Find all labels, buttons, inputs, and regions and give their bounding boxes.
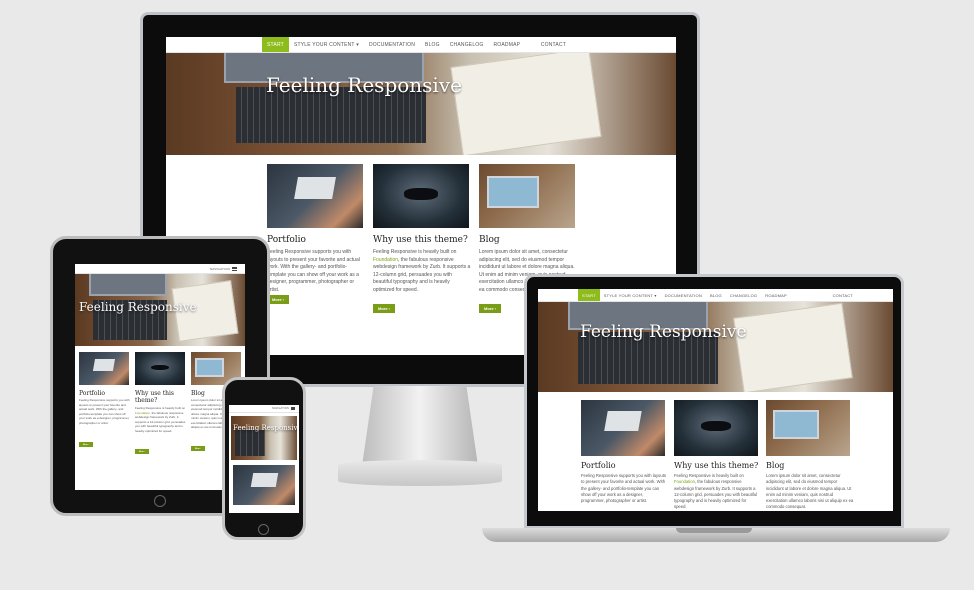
chevron-down-icon: ▾ xyxy=(356,41,359,48)
laptop-why-theme-text-pre: Feeling Responsive is heavily built on xyxy=(674,473,744,478)
portfolio-heading: Portfolio xyxy=(267,235,306,245)
laptop-portfolio-image xyxy=(581,400,665,456)
tablet-blog-more-button[interactable]: More › xyxy=(191,446,205,451)
monitor-stand-base xyxy=(338,460,502,486)
why-theme-more-button[interactable]: More › xyxy=(373,304,395,313)
laptop-portfolio-text: Feeling Responsive supports you with lay… xyxy=(581,473,666,504)
hero-title: Feeling Responsive xyxy=(266,73,462,97)
menu-icon[interactable] xyxy=(232,266,237,271)
nav-blog[interactable]: BLOG xyxy=(420,37,445,52)
portfolio-text-body: Feeling Responsive supports you with lay… xyxy=(267,249,360,291)
laptop-foundation-link[interactable]: Foundation xyxy=(674,479,695,484)
phone-menu-icon[interactable] xyxy=(291,407,295,410)
laptop-chevron-down-icon: ▾ xyxy=(654,292,657,298)
tablet-why-theme-more-button[interactable]: More › xyxy=(135,449,149,454)
tablet-nav-label: NAVIGATION xyxy=(209,266,230,271)
foundation-link[interactable]: Foundation xyxy=(373,257,398,263)
blog-image xyxy=(479,164,575,228)
laptop-nav-documentation[interactable]: DOCUMENTATION xyxy=(661,289,706,301)
nav-documentation[interactable]: DOCUMENTATION xyxy=(364,37,420,52)
laptop-hero-image: Feeling Responsive xyxy=(538,302,893,392)
nav-start[interactable]: START xyxy=(262,37,289,52)
laptop-nav-style-label: STYLE YOUR CONTENT xyxy=(603,292,654,298)
main-navigation: START STYLE YOUR CONTENT ▾ DOCUMENTATION… xyxy=(166,37,676,53)
nav-contact[interactable]: CONTACT xyxy=(536,37,676,52)
hero-notebook-graphic xyxy=(450,53,602,155)
laptop-blog-text: Lorem ipsum dolor sit amet, consectetur … xyxy=(766,473,854,509)
tablet-why-theme-image xyxy=(135,352,185,385)
tablet-hero-laptop-graphic xyxy=(89,274,167,296)
tablet-blog-heading: Blog xyxy=(191,390,205,397)
phone-hero-title: Feeling Responsive xyxy=(233,424,297,432)
blog-heading: Blog xyxy=(479,235,500,245)
tablet-why-theme-text: Feeling Responsive is heavily built on F… xyxy=(135,406,187,444)
tablet-foundation-link[interactable]: Foundation xyxy=(135,411,150,415)
laptop-nav-changelog[interactable]: CHANGELOG xyxy=(726,289,761,301)
responsive-devices-showcase: START STYLE YOUR CONTENT ▾ DOCUMENTATION… xyxy=(0,0,974,590)
laptop-nav-roadmap[interactable]: ROADMAP xyxy=(761,289,791,301)
laptop-hinge-notch xyxy=(676,528,752,533)
why-theme-text-pre: Feeling Responsive is heavily built on xyxy=(373,249,457,255)
tablet-portfolio-image xyxy=(79,352,129,385)
tablet-navigation: NAVIGATION xyxy=(75,264,245,274)
laptop-portfolio-heading: Portfolio xyxy=(581,461,616,470)
blog-more-button[interactable]: More › xyxy=(479,304,501,313)
nav-style-your-content[interactable]: STYLE YOUR CONTENT ▾ xyxy=(289,37,364,52)
phone-hero-image: Feeling Responsive xyxy=(231,416,297,460)
phone-hero-keyboard-graphic xyxy=(235,430,265,456)
laptop-why-theme-heading: Why use this theme? xyxy=(674,461,759,470)
laptop-nav-start[interactable]: START xyxy=(578,289,600,301)
tablet-portfolio-more-button[interactable]: More › xyxy=(79,442,93,447)
monitor-stand xyxy=(362,386,478,466)
laptop-nav-contact[interactable]: CONTACT xyxy=(829,289,893,301)
phone-nav-label: NAVIGATION xyxy=(271,407,289,410)
tablet-home-button xyxy=(154,495,166,507)
tablet-hero-title: Feeling Responsive xyxy=(79,300,197,314)
portfolio-image xyxy=(267,164,363,228)
why-theme-image xyxy=(373,164,469,228)
laptop-why-theme-image xyxy=(674,400,758,456)
tablet-why-theme-text-pre: Feeling Responsive is heavily built on xyxy=(135,406,186,410)
laptop-hero-notebook-graphic xyxy=(733,302,853,392)
nav-changelog[interactable]: CHANGELOG xyxy=(445,37,489,52)
portfolio-text: Feeling Responsive supports you with lay… xyxy=(267,249,365,291)
tablet-screen: NAVIGATION Feeling Responsive Portfolio … xyxy=(75,264,245,490)
hero-image: Feeling Responsive xyxy=(166,53,676,155)
phone-navigation: NAVIGATION xyxy=(229,405,299,413)
phone-portfolio-image xyxy=(233,465,295,505)
laptop-nav-style-your-content[interactable]: STYLE YOUR CONTENT ▾ xyxy=(600,289,661,301)
laptop-hero-title: Feeling Responsive xyxy=(580,322,747,342)
nav-roadmap[interactable]: ROADMAP xyxy=(489,37,526,52)
laptop-screen: START STYLE YOUR CONTENT ▾ DOCUMENTATION… xyxy=(538,289,893,511)
why-theme-text: Feeling Responsive is heavily built on F… xyxy=(373,249,471,299)
tablet-why-theme-heading: Why use this theme? xyxy=(135,390,175,404)
laptop-blog-heading: Blog xyxy=(766,461,785,470)
nav-style-label: STYLE YOUR CONTENT xyxy=(293,41,355,48)
laptop-why-theme-text: Feeling Responsive is heavily built on F… xyxy=(674,473,760,509)
tablet-portfolio-heading: Portfolio xyxy=(79,390,105,397)
laptop-navigation: START STYLE YOUR CONTENT ▾ DOCUMENTATION… xyxy=(538,289,893,302)
portfolio-more-button[interactable]: More › xyxy=(267,295,289,304)
tablet-hero-image: Feeling Responsive xyxy=(75,274,245,346)
laptop-blog-image xyxy=(766,400,850,456)
why-theme-heading: Why use this theme? xyxy=(373,235,468,245)
phone-screen: NAVIGATION Feeling Responsive xyxy=(229,405,299,513)
laptop-nav-blog[interactable]: BLOG xyxy=(706,289,726,301)
phone-home-button xyxy=(258,524,269,535)
tablet-portfolio-text: Feeling Responsive supports you with lay… xyxy=(79,398,130,425)
